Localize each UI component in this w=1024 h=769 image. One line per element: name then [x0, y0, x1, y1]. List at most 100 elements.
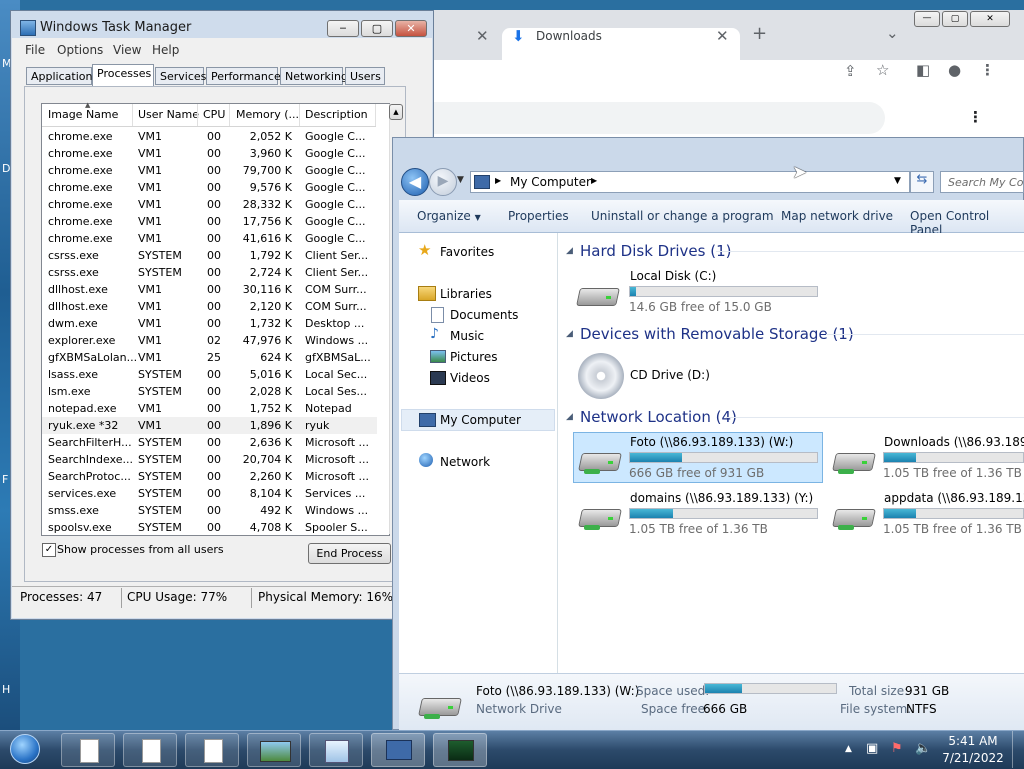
recent-pages-chevron-icon[interactable]: ▼	[457, 175, 464, 185]
downloads-search-bar[interactable]	[430, 102, 885, 134]
nav-documents[interactable]: Documents	[450, 308, 518, 322]
taskbar-button[interactable]	[247, 733, 301, 767]
close-button[interactable]: ✕	[970, 11, 1010, 27]
tab-applications[interactable]: Applications	[26, 67, 98, 85]
taskbar-button[interactable]	[61, 733, 115, 767]
taskbar-button[interactable]	[185, 733, 239, 767]
side-panel-icon[interactable]: ◧	[916, 62, 930, 78]
search-input[interactable]: Search My Computer	[940, 171, 1024, 193]
address-dropdown-icon[interactable]: ▼	[894, 176, 901, 186]
drive-name-w[interactable]: Foto (\\86.93.189.133) (W:)	[630, 435, 793, 449]
taskbar-button[interactable]	[123, 733, 177, 767]
tab-performance[interactable]: Performance	[206, 67, 281, 85]
table-row[interactable]: chrome.exe VM1 00 28,332 K Google C...	[42, 196, 377, 213]
clock-date[interactable]: 7/21/2022	[938, 751, 1008, 765]
drive-name-downloads[interactable]: Downloads (\\86.93.189.13	[884, 435, 1024, 449]
table-row[interactable]: chrome.exe VM1 00 2,052 K Google C...	[42, 128, 377, 145]
share-icon[interactable]: ⇪	[844, 63, 857, 79]
group-network-location[interactable]: Network Location (4)	[580, 408, 737, 426]
action-center-icon[interactable]: ⚑	[891, 741, 903, 756]
table-row[interactable]: ryuk.exe *32 VM1 00 1,896 K ryuk	[42, 417, 377, 434]
nav-videos[interactable]: Videos	[450, 371, 490, 385]
back-button[interactable]: ◀	[401, 168, 429, 196]
column-header-cpu[interactable]: CPU	[203, 108, 225, 121]
table-row[interactable]: spoolsv.exe SYSTEM 00 4,708 K Spooler S...	[42, 519, 377, 536]
table-row[interactable]: SearchFilterH... SYSTEM 00 2,636 K Microsoft…	[42, 434, 377, 451]
group-removable-storage[interactable]: Devices with Removable Storage (1)	[580, 325, 854, 343]
tab-processes[interactable]: Processes	[92, 64, 154, 86]
column-divider[interactable]	[132, 104, 133, 126]
organize-button[interactable]: Organize ▼	[417, 209, 481, 223]
downloads-menu-icon[interactable]: ⋮	[968, 109, 983, 125]
maximize-button[interactable]: ▢	[361, 20, 393, 37]
close-button[interactable]: ✕	[395, 20, 427, 37]
uninstall-program-button[interactable]: Uninstall or change a program	[591, 209, 774, 223]
table-row[interactable]: csrss.exe SYSTEM 00 1,792 K Client Ser...	[42, 247, 377, 264]
new-tab-button[interactable]: +	[752, 25, 767, 43]
table-row[interactable]: services.exe SYSTEM 00 8,104 K Services ...	[42, 485, 377, 502]
table-row[interactable]: explorer.exe VM1 02 47,976 K Windows ...	[42, 332, 377, 349]
table-row[interactable]: chrome.exe VM1 00 3,960 K Google C...	[42, 145, 377, 162]
table-row[interactable]: chrome.exe VM1 00 17,756 K Google C...	[42, 213, 377, 230]
collapse-arrow-icon[interactable]: ◢	[566, 412, 573, 422]
drive-name-d[interactable]: CD Drive (D:)	[630, 368, 710, 382]
drive-name-appdata[interactable]: appdata (\\86.93.189.133) (	[884, 491, 1024, 505]
table-row[interactable]: smss.exe SYSTEM 00 492 K Windows ...	[42, 502, 377, 519]
column-header-memory[interactable]: Memory (...	[236, 108, 299, 121]
taskbar-button-task-manager[interactable]	[433, 733, 487, 767]
menu-help[interactable]: Help	[152, 43, 179, 57]
menu-options[interactable]: Options	[57, 43, 103, 57]
show-all-checkbox[interactable]: ✓	[42, 543, 56, 557]
table-row[interactable]: dllhost.exe VM1 00 30,116 K COM Surr...	[42, 281, 377, 298]
column-divider[interactable]	[229, 104, 230, 126]
menu-file[interactable]: File	[25, 43, 45, 57]
nav-network[interactable]: Network	[440, 455, 490, 469]
bookmark-star-icon[interactable]: ☆	[876, 62, 889, 78]
forward-button[interactable]: ▶	[429, 168, 457, 196]
table-row[interactable]: gfXBMSaLolan... VM1 25 624 K gfXBMSaL...	[42, 349, 377, 366]
table-row[interactable]: SearchProtoc... SYSTEM 00 2,260 K Microsoft …	[42, 468, 377, 485]
nav-pictures[interactable]: Pictures	[450, 350, 498, 364]
tab-services[interactable]: Services	[155, 67, 206, 85]
properties-button[interactable]: Properties	[508, 209, 569, 223]
menu-icon[interactable]: ⋮	[980, 62, 995, 78]
taskbar-button-explorer[interactable]	[371, 733, 425, 767]
table-row[interactable]: dwm.exe VM1 00 1,732 K Desktop ...	[42, 315, 377, 332]
show-hidden-icons-icon[interactable]: ▲	[845, 744, 852, 754]
nav-favorites[interactable]: Favorites	[440, 245, 494, 259]
taskbar-button[interactable]	[309, 733, 363, 767]
collapse-arrow-icon[interactable]: ◢	[566, 246, 573, 256]
map-network-drive-button[interactable]: Map network drive	[781, 209, 893, 223]
nav-my-computer[interactable]: My Computer	[440, 413, 521, 427]
start-button[interactable]	[10, 734, 40, 764]
table-row[interactable]: csrss.exe SYSTEM 00 2,724 K Client Ser...	[42, 264, 377, 281]
breadcrumb-my-computer[interactable]: My Computer	[510, 175, 591, 189]
menu-view[interactable]: View	[113, 43, 141, 57]
breadcrumb-chevron-icon[interactable]: ▶	[591, 176, 597, 185]
column-divider[interactable]	[299, 104, 300, 126]
tab-users[interactable]: Users	[345, 67, 385, 85]
network-tray-icon[interactable]: ▣	[866, 741, 878, 756]
table-row[interactable]: chrome.exe VM1 00 9,576 K Google C...	[42, 179, 377, 196]
breadcrumb-chevron-icon[interactable]: ▶	[495, 176, 501, 185]
column-divider[interactable]	[197, 104, 198, 126]
refresh-icon[interactable]: ⇆	[910, 171, 934, 193]
volume-icon[interactable]: 🔈	[915, 741, 931, 756]
table-row[interactable]: chrome.exe VM1 00 41,616 K Google C...	[42, 230, 377, 247]
nav-music[interactable]: Music	[450, 329, 484, 343]
table-row[interactable]: lsass.exe SYSTEM 00 5,016 K Local Sec...	[42, 366, 377, 383]
drive-name-c[interactable]: Local Disk (C:)	[630, 269, 716, 283]
tab-close-icon[interactable]: ✕	[476, 28, 489, 44]
table-row[interactable]: lsm.exe SYSTEM 00 2,028 K Local Ses...	[42, 383, 377, 400]
clock-time[interactable]: 5:41 AM	[938, 734, 1008, 748]
minimize-button[interactable]: ‒	[327, 20, 359, 37]
show-desktop-button[interactable]	[1012, 731, 1024, 768]
end-process-button[interactable]: End Process	[308, 543, 391, 564]
column-divider[interactable]	[375, 104, 376, 126]
scroll-up-button[interactable]: ▲	[389, 104, 403, 120]
tab-search-icon[interactable]: ⌄	[886, 25, 899, 41]
table-row[interactable]: dllhost.exe VM1 00 2,120 K COM Surr...	[42, 298, 377, 315]
drive-name-y[interactable]: domains (\\86.93.189.133) (Y:)	[630, 491, 813, 505]
nav-libraries[interactable]: Libraries	[440, 287, 492, 301]
column-header-user-name[interactable]: User Name	[138, 108, 199, 121]
